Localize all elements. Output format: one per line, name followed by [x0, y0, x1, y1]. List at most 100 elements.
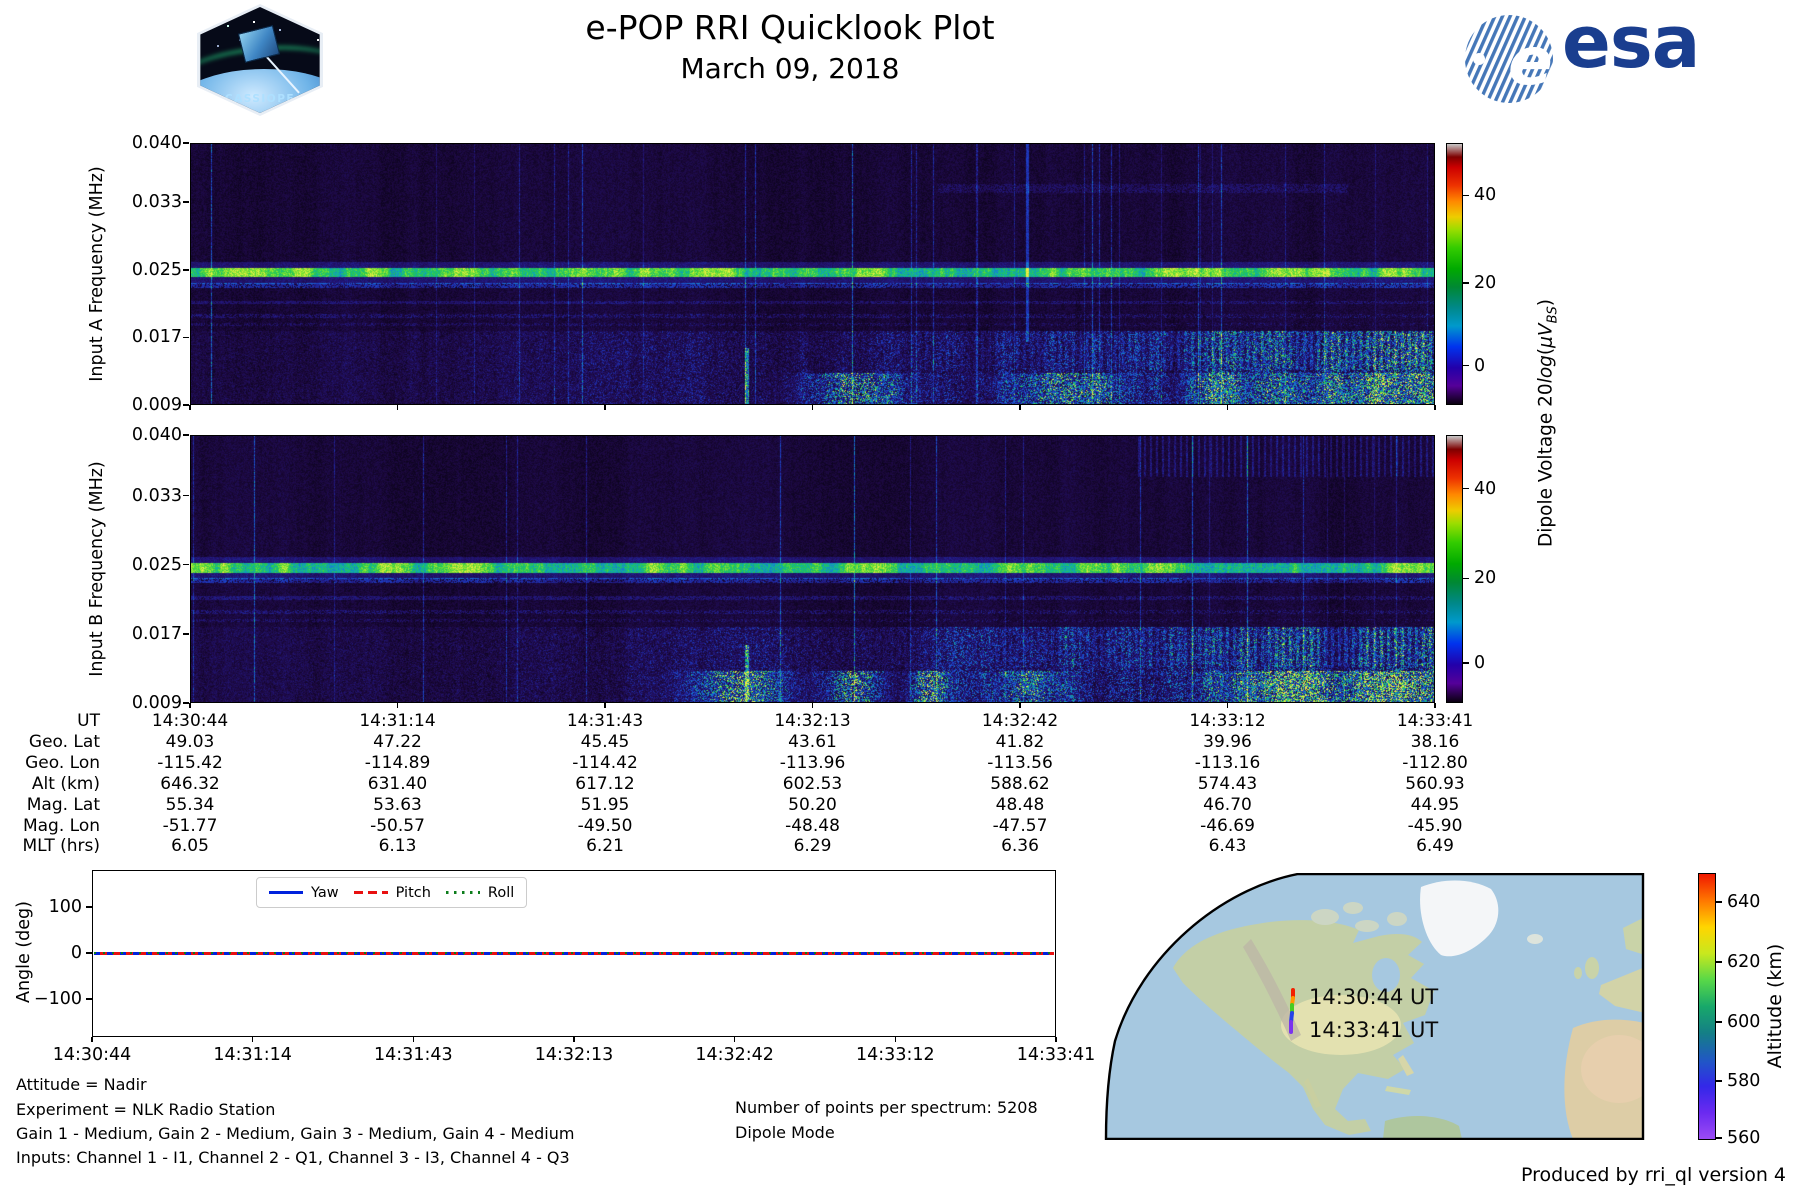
- voltage-tick-label: 0: [1474, 355, 1486, 376]
- angle-x-tick-label: 14:33:41: [1016, 1045, 1096, 1065]
- ephemeris-cell: -114.89: [364, 752, 431, 773]
- freq-tick-label: 0.040: [131, 425, 182, 445]
- ephemeris-cell: 574.43: [1197, 773, 1258, 794]
- angle-y-tick: [86, 998, 92, 1000]
- time-tick: [1434, 405, 1436, 410]
- freq-tick-label: 0.033: [131, 485, 182, 506]
- freq-tick-label: 0.009: [131, 693, 182, 713]
- legend-label: Pitch: [395, 884, 431, 901]
- ephemeris-cell: 49.03: [165, 731, 215, 752]
- gains-text: Gain 1 - Medium, Gain 2 - Medium, Gain 3…: [16, 1124, 575, 1143]
- ephemeris-row-label: Alt (km): [31, 773, 100, 794]
- voltage-tick-label: 20: [1474, 273, 1497, 294]
- ephemeris-cell: 6.43: [1208, 836, 1247, 857]
- altitude-colorbar-label: Altitude (km): [1764, 943, 1786, 1069]
- ephemeris-cell: 6.36: [1001, 836, 1039, 857]
- ephemeris-column: 14:32:42 41.82 -113.56 588.62 48.48 -47.57 6.3…: [945, 711, 1095, 857]
- time-tick: [396, 405, 399, 410]
- ephemeris-column: 14:33:41 38.16 -112.80 560.93 44.95 -45.90 6.4…: [1360, 711, 1510, 857]
- time-tick: [811, 405, 814, 410]
- ephemeris-cell: 560.93: [1405, 773, 1465, 794]
- ephemeris-row-label: Mag. Lat: [26, 794, 100, 815]
- angle-x-tick-label: 14:32:42: [695, 1045, 774, 1065]
- time-tick: [811, 703, 814, 708]
- ephemeris-cell: -51.77: [162, 815, 218, 836]
- ephemeris-row-label: Geo. Lon: [25, 752, 100, 773]
- ephemeris-cell: 14:33:12: [1189, 711, 1266, 731]
- ephemeris-cell: 588.62: [990, 773, 1050, 794]
- angle-y-tick: [86, 906, 92, 908]
- angle-y-tick-label: 100: [48, 897, 82, 917]
- ephemeris-cell: 602.53: [782, 773, 843, 794]
- time-tick: [1019, 405, 1021, 410]
- time-tick: [1434, 703, 1436, 708]
- esa-globe-icon: e: [1465, 15, 1553, 103]
- altitude-tick-label: 620: [1727, 951, 1761, 972]
- ephemeris-cell: 45.45: [580, 731, 630, 752]
- freq-tick-label: 0.025: [131, 259, 182, 280]
- angle-x-tick: [251, 1037, 254, 1042]
- spectrogram-a-canvas: [190, 143, 1435, 405]
- voltage-tick-label: 20: [1474, 568, 1497, 589]
- voltage-tick: [1463, 364, 1469, 367]
- freq-tick-label: 0.009: [131, 395, 182, 415]
- ephemeris-row-label: MLT (hrs): [22, 836, 100, 857]
- star-field: [209, 19, 211, 21]
- ephemeris-cell: 617.12: [575, 773, 635, 794]
- ephemeris-cell: 39.96: [1203, 731, 1252, 752]
- angle-x-tick: [412, 1037, 415, 1042]
- angle-y-tick-label: −100: [33, 988, 82, 1009]
- ephemeris-cell: 53.63: [373, 794, 422, 815]
- ephemeris-cell: -113.56: [987, 752, 1053, 773]
- freq-tick-label: 0.040: [131, 133, 182, 153]
- angle-x-tick: [573, 1037, 575, 1042]
- time-tick: [604, 405, 606, 410]
- dipole-mode-text: Dipole Mode: [735, 1123, 835, 1142]
- ephemeris-cell: 47.22: [373, 731, 422, 752]
- freq-tick-label: 0.033: [131, 192, 182, 213]
- pitch-line-sample: [353, 891, 388, 894]
- time-tick: [1226, 405, 1229, 410]
- ephemeris-row-label: Mag. Lon: [22, 815, 100, 836]
- freq-tick: [183, 336, 189, 339]
- ephemeris-cell: 646.32: [160, 773, 220, 794]
- angle-x-tick-label: 14:32:13: [534, 1045, 614, 1065]
- voltage-colorbar-a: [1446, 143, 1463, 405]
- time-tick: [604, 703, 606, 708]
- ireland: [1574, 967, 1582, 979]
- angle-x-tick: [733, 1037, 736, 1042]
- voltage-tick-label: 40: [1474, 478, 1497, 499]
- arctic-island-4: [1387, 912, 1407, 926]
- britain: [1585, 957, 1599, 979]
- ephemeris-cell: -113.96: [779, 752, 846, 773]
- quicklook-plot-page: e-POP RRI Quicklook Plot March 09, 2018 …: [0, 0, 1800, 1200]
- ephemeris-cell: -46.69: [1200, 815, 1255, 836]
- ephemeris-cell: -50.57: [370, 815, 425, 836]
- page-title: e-POP RRI Quicklook Plot: [585, 8, 995, 47]
- time-tick: [1226, 703, 1229, 708]
- track-end-label: 14:33:41 UT: [1309, 1018, 1438, 1042]
- freq-tick: [183, 142, 189, 144]
- angle-x-tick-label: 14:31:43: [374, 1045, 453, 1065]
- voltage-tick: [1463, 662, 1469, 664]
- angle-y-tick-label: 0: [70, 942, 82, 963]
- altitude-tick-label: 560: [1727, 1128, 1761, 1149]
- ephemeris-cell: 48.48: [995, 794, 1045, 815]
- ephemeris-cell: 631.40: [367, 773, 428, 794]
- ephemeris-cell: 44.95: [1410, 794, 1460, 815]
- ephemeris-cell: -112.80: [1402, 752, 1468, 773]
- legend-label: Yaw: [311, 884, 339, 901]
- input-b-ylabel: Input B Frequency (MHz): [87, 461, 107, 677]
- angle-x-tick: [894, 1037, 897, 1042]
- spectrogram-b-canvas: [190, 435, 1435, 703]
- ephemeris-cell: 51.95: [580, 794, 630, 815]
- ephemeris-row-labels: UT Geo. Lat Geo. Lon Alt (km) Mag. Lat Mag. L…: [0, 711, 100, 857]
- attitude-text: Attitude = Nadir: [16, 1075, 147, 1094]
- legend-entry-pitch: Pitch: [353, 884, 431, 901]
- ephemeris-cell: -115.42: [157, 752, 223, 773]
- angle-x-tick-label: 14:31:14: [213, 1045, 292, 1065]
- ephemeris-cell: 46.70: [1203, 794, 1252, 815]
- angle-y-tick: [86, 952, 92, 954]
- esa-logo: e esa: [1462, 0, 1700, 107]
- ephemeris-cell: 14:32:42: [981, 711, 1059, 731]
